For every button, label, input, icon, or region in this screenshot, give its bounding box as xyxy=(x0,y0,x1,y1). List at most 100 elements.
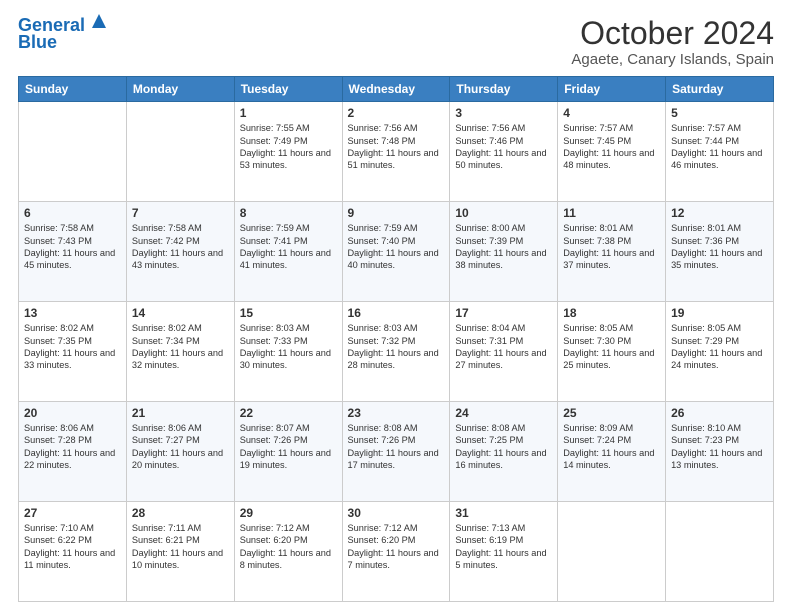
day-content: Sunrise: 8:07 AM Sunset: 7:26 PM Dayligh… xyxy=(240,422,337,472)
calendar-cell: 4 Sunrise: 7:57 AM Sunset: 7:45 PM Daylig… xyxy=(558,102,666,202)
logo: General Blue xyxy=(18,16,110,53)
week-row-1: 1 Sunrise: 7:55 AM Sunset: 7:49 PM Daylig… xyxy=(19,102,774,202)
calendar-cell: 26 Sunrise: 8:10 AM Sunset: 7:23 PM Dayli… xyxy=(666,402,774,502)
calendar-subtitle: Agaete, Canary Islands, Spain xyxy=(571,51,774,68)
day-content: Sunrise: 7:59 AM Sunset: 7:40 PM Dayligh… xyxy=(348,222,445,272)
week-row-4: 20Sunrise: 8:06 AM Sunset: 7:28 PM Dayli… xyxy=(19,402,774,502)
day-number: 19 xyxy=(671,306,768,320)
calendar-cell: 7Sunrise: 7:58 AM Sunset: 7:42 PM Daylig… xyxy=(126,202,234,302)
calendar-cell: 3 Sunrise: 7:56 AM Sunset: 7:46 PM Daylig… xyxy=(450,102,558,202)
calendar-cell: 16Sunrise: 8:03 AM Sunset: 7:32 PM Dayli… xyxy=(342,302,450,402)
day-content: Sunrise: 7:56 AM Sunset: 7:48 PM Dayligh… xyxy=(348,122,445,172)
header-row: Sunday Monday Tuesday Wednesday Thursday… xyxy=(19,77,774,102)
day-number: 17 xyxy=(455,306,552,320)
calendar-cell: 13Sunrise: 8:02 AM Sunset: 7:35 PM Dayli… xyxy=(19,302,127,402)
day-number: 18 xyxy=(563,306,660,320)
day-content: Sunrise: 8:02 AM Sunset: 7:34 PM Dayligh… xyxy=(132,322,229,372)
day-content: Sunrise: 7:56 AM Sunset: 7:46 PM Dayligh… xyxy=(455,122,552,172)
logo-blue: Blue xyxy=(18,32,57,53)
day-content: Sunrise: 8:08 AM Sunset: 7:26 PM Dayligh… xyxy=(348,422,445,472)
calendar-cell: 15 Sunrise: 8:03 AM Sunset: 7:33 PM Dayli… xyxy=(234,302,342,402)
day-number: 30 xyxy=(348,506,445,520)
day-number: 4 xyxy=(563,106,660,120)
col-monday: Monday xyxy=(126,77,234,102)
day-content: Sunrise: 7:12 AM Sunset: 6:20 PM Dayligh… xyxy=(348,522,445,572)
col-wednesday: Wednesday xyxy=(342,77,450,102)
day-number: 2 xyxy=(348,106,445,120)
page: General Blue October 2024 Agaete, Canary… xyxy=(0,0,792,612)
day-content: Sunrise: 8:10 AM Sunset: 7:23 PM Dayligh… xyxy=(671,422,768,472)
calendar-cell: 11Sunrise: 8:01 AM Sunset: 7:38 PM Dayli… xyxy=(558,202,666,302)
week-row-3: 13Sunrise: 8:02 AM Sunset: 7:35 PM Dayli… xyxy=(19,302,774,402)
calendar-cell: 5 Sunrise: 7:57 AM Sunset: 7:44 PM Daylig… xyxy=(666,102,774,202)
day-content: Sunrise: 8:04 AM Sunset: 7:31 PM Dayligh… xyxy=(455,322,552,372)
day-number: 27 xyxy=(24,506,121,520)
col-friday: Friday xyxy=(558,77,666,102)
day-number: 11 xyxy=(563,206,660,220)
day-content: Sunrise: 7:11 AM Sunset: 6:21 PM Dayligh… xyxy=(132,522,229,572)
calendar-cell xyxy=(666,502,774,602)
calendar-cell: 19 Sunrise: 8:05 AM Sunset: 7:29 PM Dayli… xyxy=(666,302,774,402)
day-number: 16 xyxy=(348,306,445,320)
calendar-cell: 25Sunrise: 8:09 AM Sunset: 7:24 PM Dayli… xyxy=(558,402,666,502)
day-content: Sunrise: 7:13 AM Sunset: 6:19 PM Dayligh… xyxy=(455,522,552,572)
day-content: Sunrise: 8:03 AM Sunset: 7:33 PM Dayligh… xyxy=(240,322,337,372)
calendar-cell: 23 Sunrise: 8:08 AM Sunset: 7:26 PM Dayli… xyxy=(342,402,450,502)
day-content: Sunrise: 8:06 AM Sunset: 7:27 PM Dayligh… xyxy=(132,422,229,472)
day-number: 24 xyxy=(455,406,552,420)
day-content: Sunrise: 7:59 AM Sunset: 7:41 PM Dayligh… xyxy=(240,222,337,272)
day-number: 29 xyxy=(240,506,337,520)
calendar-cell: 21 Sunrise: 8:06 AM Sunset: 7:27 PM Dayli… xyxy=(126,402,234,502)
week-row-2: 6 Sunrise: 7:58 AM Sunset: 7:43 PM Daylig… xyxy=(19,202,774,302)
day-number: 15 xyxy=(240,306,337,320)
calendar-cell xyxy=(558,502,666,602)
day-content: Sunrise: 7:58 AM Sunset: 7:43 PM Dayligh… xyxy=(24,222,121,272)
day-number: 8 xyxy=(240,206,337,220)
day-content: Sunrise: 8:02 AM Sunset: 7:35 PM Dayligh… xyxy=(24,322,121,372)
day-number: 10 xyxy=(455,206,552,220)
week-row-5: 27Sunrise: 7:10 AM Sunset: 6:22 PM Dayli… xyxy=(19,502,774,602)
day-number: 22 xyxy=(240,406,337,420)
header: General Blue October 2024 Agaete, Canary… xyxy=(18,16,774,68)
day-content: Sunrise: 7:57 AM Sunset: 7:44 PM Dayligh… xyxy=(671,122,768,172)
calendar-cell: 17 Sunrise: 8:04 AM Sunset: 7:31 PM Dayli… xyxy=(450,302,558,402)
day-number: 28 xyxy=(132,506,229,520)
day-number: 1 xyxy=(240,106,337,120)
logo-icon xyxy=(88,10,110,32)
day-number: 23 xyxy=(348,406,445,420)
day-number: 26 xyxy=(671,406,768,420)
calendar-cell: 14Sunrise: 8:02 AM Sunset: 7:34 PM Dayli… xyxy=(126,302,234,402)
calendar-cell: 22 Sunrise: 8:07 AM Sunset: 7:26 PM Dayli… xyxy=(234,402,342,502)
day-content: Sunrise: 7:57 AM Sunset: 7:45 PM Dayligh… xyxy=(563,122,660,172)
col-sunday: Sunday xyxy=(19,77,127,102)
day-number: 9 xyxy=(348,206,445,220)
day-content: Sunrise: 8:05 AM Sunset: 7:29 PM Dayligh… xyxy=(671,322,768,372)
col-thursday: Thursday xyxy=(450,77,558,102)
day-content: Sunrise: 8:08 AM Sunset: 7:25 PM Dayligh… xyxy=(455,422,552,472)
calendar-cell xyxy=(19,102,127,202)
col-saturday: Saturday xyxy=(666,77,774,102)
calendar-cell: 9 Sunrise: 7:59 AM Sunset: 7:40 PM Daylig… xyxy=(342,202,450,302)
calendar-cell: 2 Sunrise: 7:56 AM Sunset: 7:48 PM Daylig… xyxy=(342,102,450,202)
col-tuesday: Tuesday xyxy=(234,77,342,102)
day-number: 3 xyxy=(455,106,552,120)
title-block: October 2024 Agaete, Canary Islands, Spa… xyxy=(571,16,774,68)
day-content: Sunrise: 8:00 AM Sunset: 7:39 PM Dayligh… xyxy=(455,222,552,272)
day-number: 31 xyxy=(455,506,552,520)
day-content: Sunrise: 7:55 AM Sunset: 7:49 PM Dayligh… xyxy=(240,122,337,172)
calendar-cell: 12 Sunrise: 8:01 AM Sunset: 7:36 PM Dayli… xyxy=(666,202,774,302)
day-content: Sunrise: 8:05 AM Sunset: 7:30 PM Dayligh… xyxy=(563,322,660,372)
day-content: Sunrise: 8:01 AM Sunset: 7:36 PM Dayligh… xyxy=(671,222,768,272)
day-number: 6 xyxy=(24,206,121,220)
day-content: Sunrise: 7:58 AM Sunset: 7:42 PM Dayligh… xyxy=(132,222,229,272)
day-number: 12 xyxy=(671,206,768,220)
calendar-title: October 2024 xyxy=(571,16,774,51)
calendar-cell xyxy=(126,102,234,202)
day-number: 5 xyxy=(671,106,768,120)
day-content: Sunrise: 8:09 AM Sunset: 7:24 PM Dayligh… xyxy=(563,422,660,472)
calendar-table: Sunday Monday Tuesday Wednesday Thursday… xyxy=(18,76,774,602)
calendar-cell: 31 Sunrise: 7:13 AM Sunset: 6:19 PM Dayli… xyxy=(450,502,558,602)
calendar-cell: 1 Sunrise: 7:55 AM Sunset: 7:49 PM Daylig… xyxy=(234,102,342,202)
day-number: 20 xyxy=(24,406,121,420)
day-number: 21 xyxy=(132,406,229,420)
